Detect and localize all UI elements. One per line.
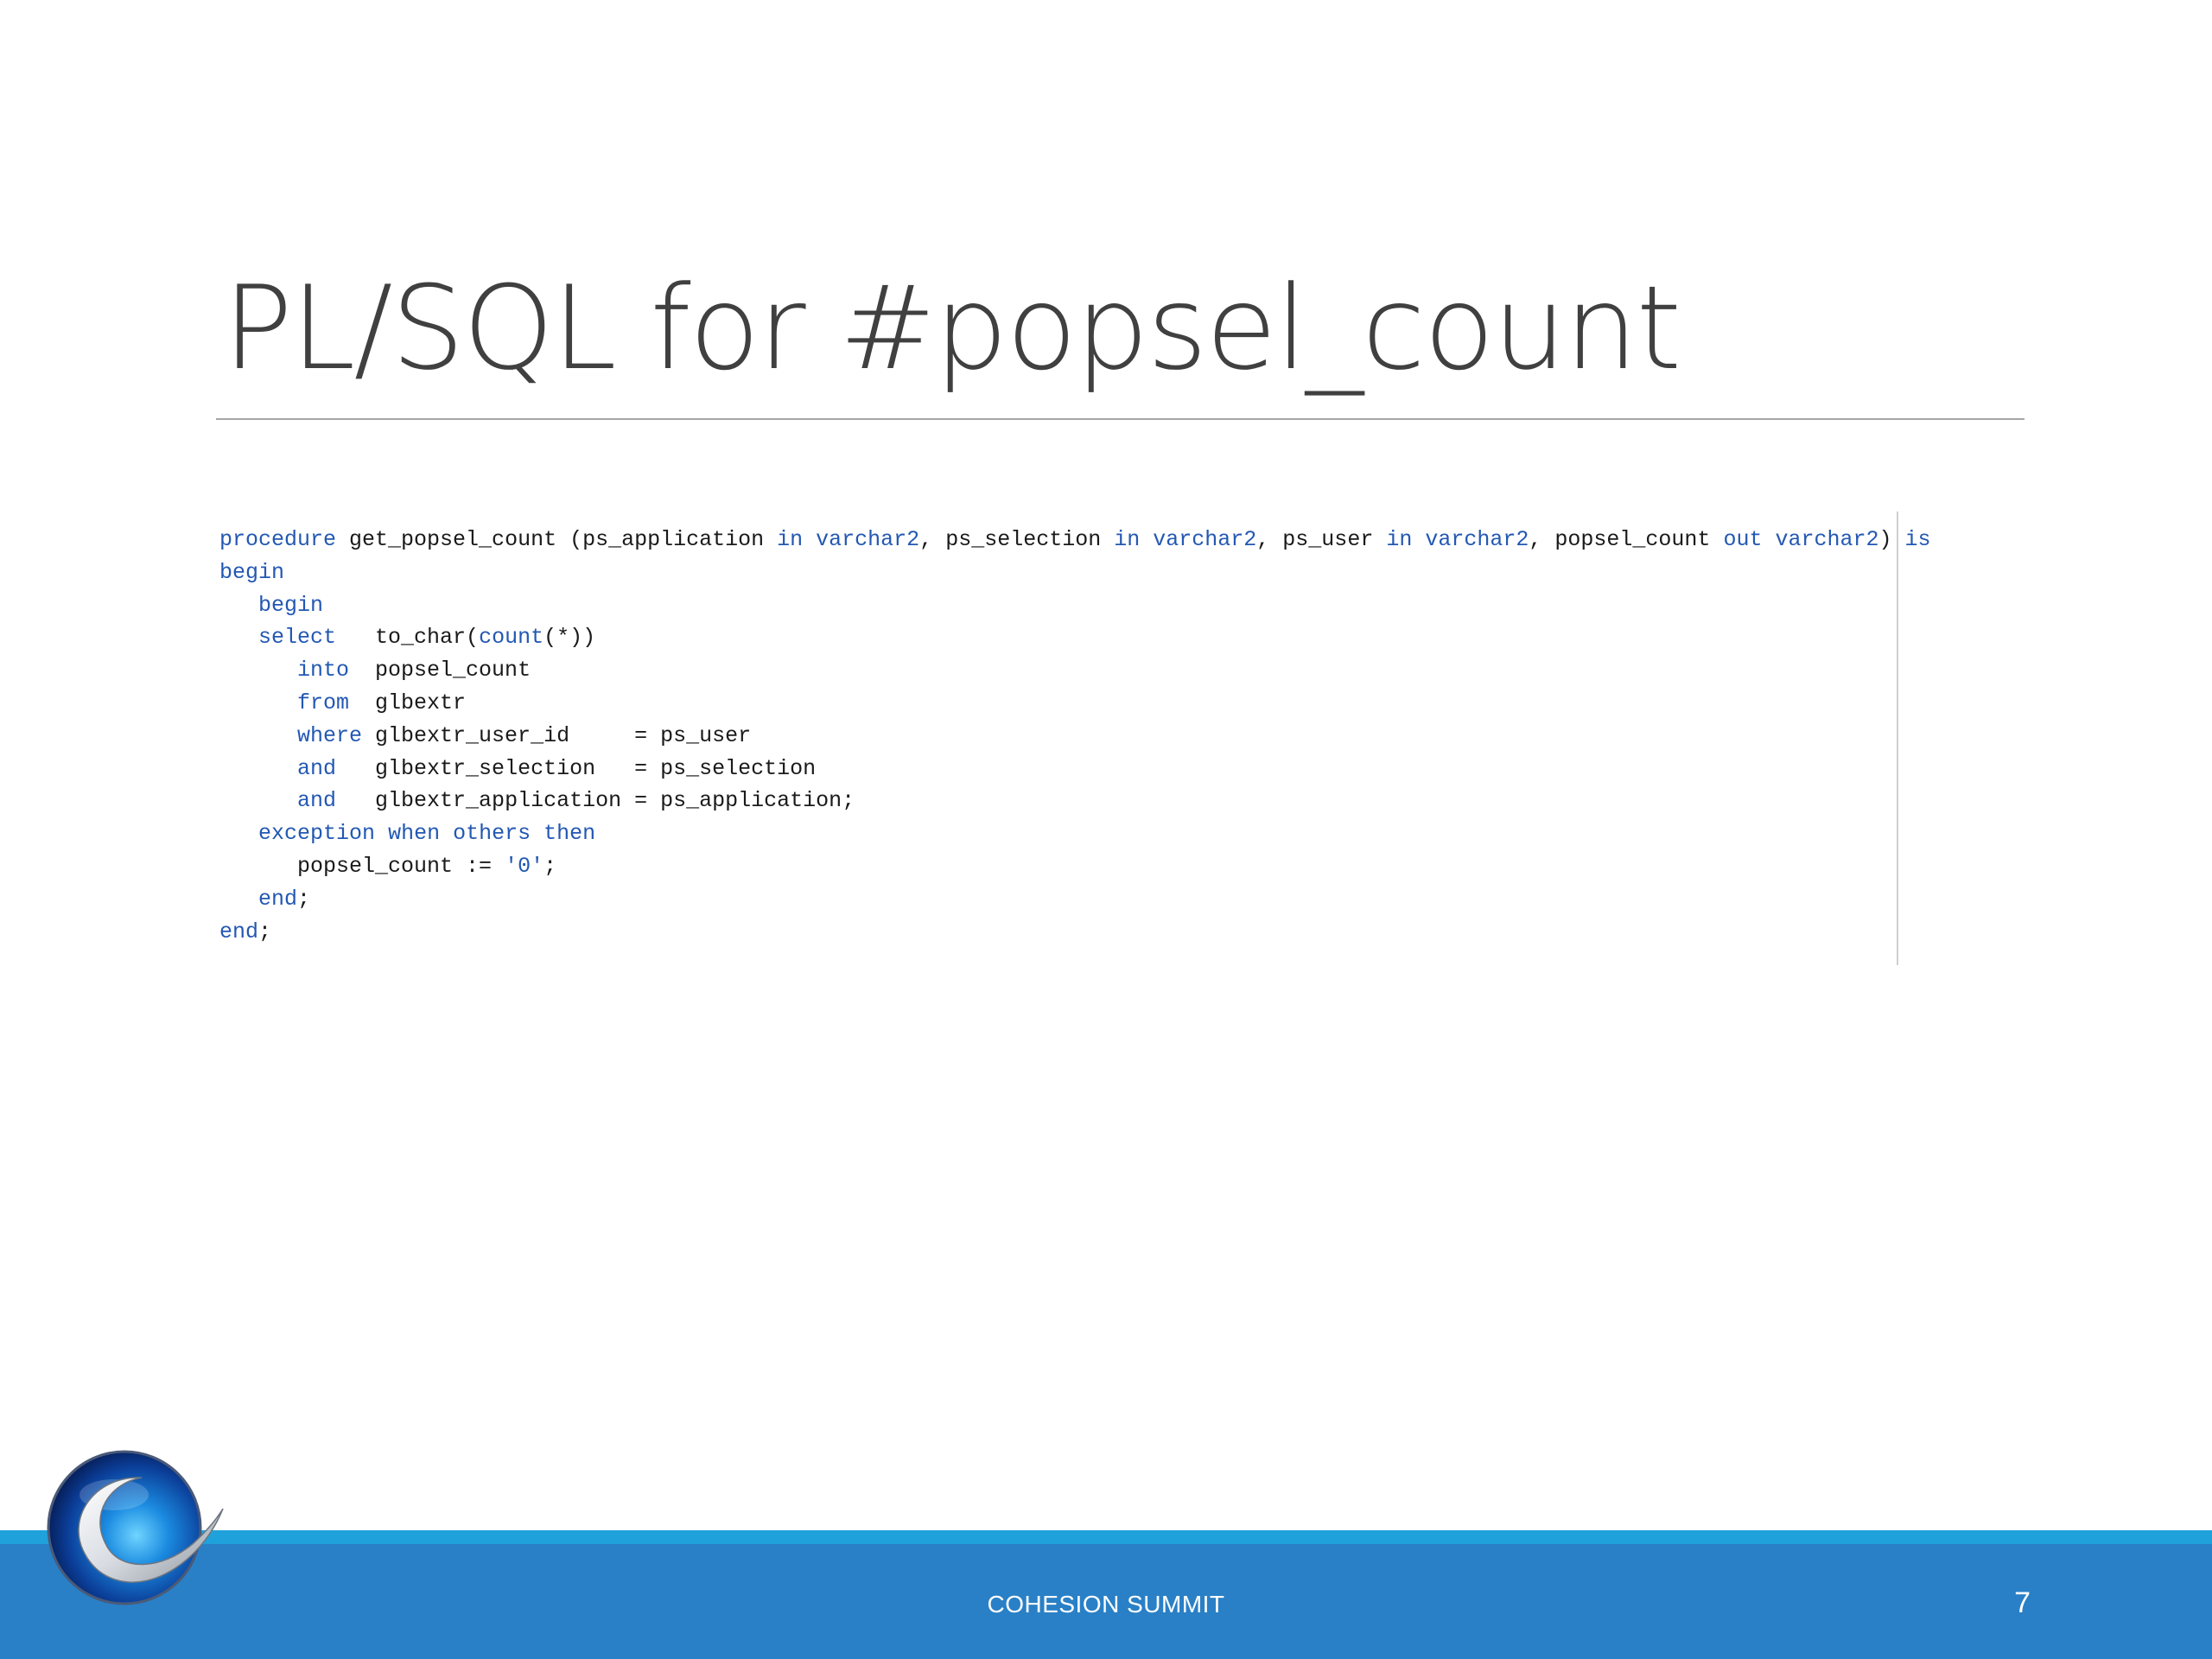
code-text: popsel_count := [219, 853, 505, 879]
code-keyword: in [777, 527, 804, 552]
code-text: ; [297, 886, 311, 912]
code-keyword: into [297, 658, 350, 683]
code-text: , popsel_count [1529, 527, 1724, 552]
slide-title: PL/SQL for #popsel_count [223, 261, 1681, 396]
editor-margin-line [1897, 512, 1898, 965]
code-text: to_char( [336, 625, 480, 651]
code-text: (*)) [543, 625, 596, 651]
code-keyword: count [479, 625, 544, 651]
code-keyword: end [219, 918, 259, 944]
code-keyword: in [1386, 527, 1413, 552]
code-line: procedure get_popsel_count (ps_applicati… [219, 524, 1931, 556]
code-keyword: and [297, 788, 337, 814]
code-line: where glbextr_user_id = ps_user [219, 720, 1931, 753]
title-divider [216, 418, 2024, 420]
code-text: glbextr [349, 690, 467, 715]
globe-swoosh-logo-icon [47, 1450, 224, 1605]
code-keyword: varchar2 [1153, 527, 1257, 552]
code-keyword: from [297, 690, 350, 715]
code-text: glbextr_user_id = ps_user [362, 722, 752, 748]
code-keyword: then [543, 821, 596, 847]
code-keyword: varchar2 [1425, 527, 1529, 552]
code-text: ; [258, 918, 272, 944]
code-keyword: procedure [219, 527, 337, 552]
code-keyword: end [258, 886, 298, 912]
code-text: get_popsel_count (ps_application [336, 527, 778, 552]
code-keyword: is [1904, 527, 1931, 552]
page-number: 7 [2014, 1586, 2031, 1619]
footer-text: COHESION SUMMIT [987, 1591, 1225, 1618]
code-line: exception when others then [219, 817, 1931, 850]
code-text: , ps_selection [919, 527, 1115, 552]
code-text: glbextr_selection = ps_selection [336, 755, 817, 781]
code-keyword: out [1723, 527, 1763, 552]
code-keyword: and [297, 755, 337, 781]
code-line: and glbextr_selection = ps_selection [219, 753, 1931, 785]
code-line: and glbextr_application = ps_application… [219, 785, 1931, 817]
code-line: popsel_count := '0'; [219, 850, 1931, 883]
code-line: begin [219, 589, 1931, 622]
code-keyword: varchar2 [1775, 527, 1879, 552]
code-text: ) [1878, 527, 1905, 552]
code-keyword: begin [258, 592, 324, 618]
code-keyword: in [1114, 527, 1141, 552]
code-text: , ps_user [1256, 527, 1387, 552]
code-line: end; [219, 883, 1931, 916]
code-keyword: begin [219, 559, 285, 585]
code-line: from glbextr [219, 687, 1931, 720]
code-keyword: when [388, 821, 441, 847]
code-line: select to_char(count(*)) [219, 621, 1931, 654]
code-text: glbextr_application = ps_application; [336, 788, 855, 814]
code-keyword: '0' [505, 853, 544, 879]
code-line: begin [219, 556, 1931, 589]
code-keyword: exception [258, 821, 376, 847]
code-snippet: procedure get_popsel_count (ps_applicati… [219, 524, 1931, 948]
code-line: end; [219, 916, 1931, 949]
code-keyword: where [297, 722, 363, 748]
footer-accent-stripe [0, 1530, 2212, 1544]
code-keyword: varchar2 [816, 527, 920, 552]
code-text: popsel_count [349, 658, 531, 683]
code-text: ; [543, 853, 557, 879]
code-keyword: others [453, 821, 531, 847]
code-keyword: select [258, 625, 337, 651]
code-line: into popsel_count [219, 654, 1931, 687]
